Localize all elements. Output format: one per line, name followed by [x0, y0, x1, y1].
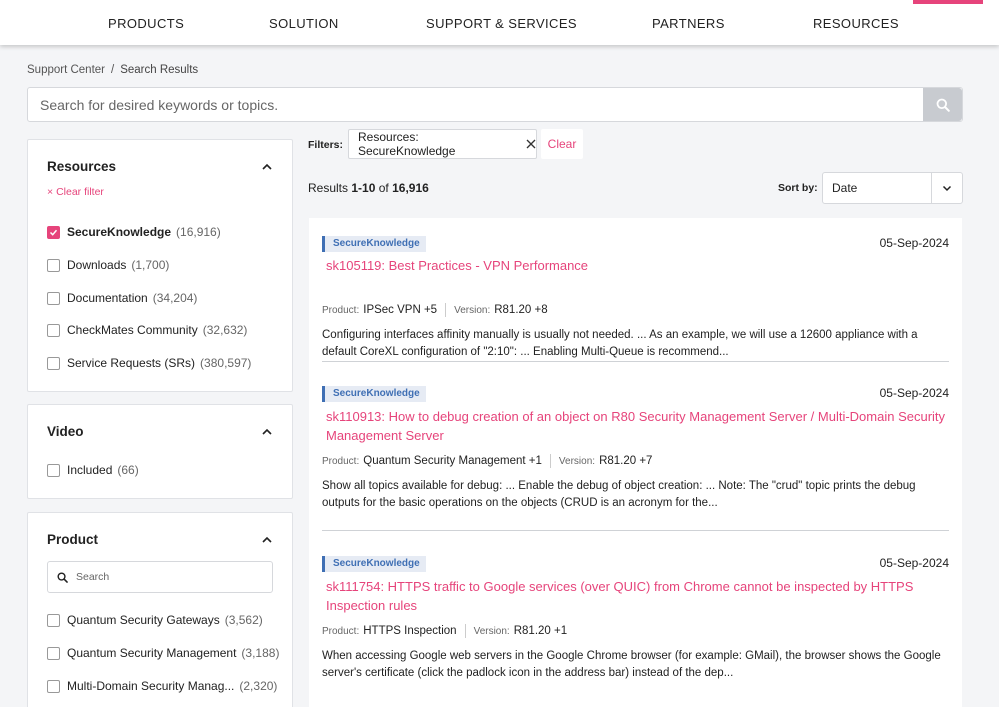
- nav-accent-bar: [913, 0, 983, 4]
- result-type-badge: SecureKnowledge: [322, 556, 426, 572]
- result-meta: Product: HTTPS Inspection Version: R81.2…: [322, 624, 568, 638]
- meta-divider: [464, 624, 466, 638]
- resource-option-checkmates[interactable]: CheckMates Community (32,632): [47, 323, 247, 337]
- video-filter-card: Video Included (66): [27, 404, 293, 499]
- video-title: Video: [47, 424, 84, 439]
- resource-option-service-requests[interactable]: Service Requests (SRs) (380,597): [47, 356, 251, 370]
- result-meta: Product: IPSec VPN +5 Version: R81.20 +8: [322, 303, 548, 317]
- search-bar: [27, 87, 963, 122]
- sort-dropdown-toggle[interactable]: [931, 173, 962, 203]
- product-title: Product: [47, 532, 99, 547]
- search-icon: [936, 98, 950, 112]
- nav-item-resources[interactable]: RESOURCES: [813, 16, 899, 31]
- nav-item-support-services[interactable]: SUPPORT & SERVICES: [426, 16, 577, 31]
- search-icon: [57, 571, 68, 583]
- result-product: Quantum Security Management +1: [363, 455, 542, 467]
- checkbox[interactable]: [47, 679, 60, 693]
- close-icon: [526, 139, 536, 149]
- close-icon: ×: [47, 186, 54, 198]
- remove-filter-button[interactable]: [526, 139, 536, 149]
- filters-label: Filters:: [308, 139, 344, 151]
- resource-option-downloads[interactable]: Downloads (1,700): [47, 258, 169, 272]
- results-count: Results 1-10 of 16,916: [308, 181, 429, 195]
- result-title-link[interactable]: sk105119: Best Practices - VPN Performan…: [326, 256, 946, 275]
- chevron-down-icon: [942, 185, 952, 192]
- result-item: SecureKnowledge 05-Sep-2024 sk105119: Be…: [322, 236, 949, 366]
- checkbox[interactable]: [47, 356, 60, 370]
- resource-option-secureknowledge[interactable]: SecureKnowledge (16,916): [47, 225, 221, 239]
- result-item: SecureKnowledge 05-Sep-2024 sk111754: HT…: [322, 556, 949, 696]
- result-meta: Product: Quantum Security Management +1 …: [322, 454, 653, 468]
- result-product: IPSec VPN +5: [363, 304, 438, 316]
- nav-item-solution[interactable]: SOLUTION: [269, 16, 339, 31]
- product-filter-card: Product Quantum Security Gateways (3,562…: [27, 512, 293, 707]
- result-version: R81.20 +7: [599, 455, 653, 467]
- chevron-up-icon[interactable]: [260, 533, 274, 547]
- sort-by-label: Sort by:: [778, 182, 818, 194]
- result-snippet: Show all topics available for debug: ...…: [322, 480, 916, 509]
- check-icon: [49, 229, 58, 236]
- clear-filter-link[interactable]: × Clear filter: [47, 186, 104, 198]
- product-option-multi-domain[interactable]: Multi-Domain Security Manag... (2,320): [47, 679, 277, 693]
- result-date: 05-Sep-2024: [879, 236, 949, 250]
- results-list: SecureKnowledge 05-Sep-2024 sk105119: Be…: [309, 218, 962, 707]
- checkbox[interactable]: [47, 613, 60, 627]
- active-filter-chip: Resources: SecureKnowledge: [348, 129, 537, 159]
- nav-item-partners[interactable]: PARTNERS: [652, 16, 725, 31]
- meta-divider: [445, 303, 447, 317]
- resource-option-documentation[interactable]: Documentation (34,204): [47, 291, 197, 305]
- result-type-badge: SecureKnowledge: [322, 386, 426, 402]
- search-input[interactable]: [28, 88, 923, 121]
- checkbox[interactable]: [47, 323, 60, 337]
- resources-title: Resources: [47, 159, 117, 174]
- meta-divider: [549, 454, 551, 468]
- result-divider: [322, 361, 949, 362]
- chevron-up-icon[interactable]: [260, 425, 274, 439]
- resources-filter-card: Resources × Clear filter SecureKnowledge…: [27, 139, 293, 392]
- result-divider: [322, 530, 949, 531]
- result-product: HTTPS Inspection: [363, 625, 457, 637]
- top-navigation: PRODUCTS SOLUTION SUPPORT & SERVICES PAR…: [0, 0, 999, 45]
- breadcrumb-support-center[interactable]: Support Center: [27, 64, 105, 76]
- product-option-management[interactable]: Quantum Security Management (3,188): [47, 646, 279, 660]
- sort-selected-value: Date: [832, 181, 858, 195]
- breadcrumb: Support Center / Search Results: [27, 64, 198, 76]
- result-snippet: Configuring interfaces affinity manually…: [322, 329, 918, 358]
- checkbox[interactable]: [47, 463, 60, 477]
- result-type-badge: SecureKnowledge: [322, 236, 426, 252]
- result-title-link[interactable]: sk110913: How to debug creation of an ob…: [326, 407, 946, 445]
- video-option-included[interactable]: Included (66): [47, 463, 139, 477]
- checkbox[interactable]: [47, 646, 60, 660]
- clear-filters-button[interactable]: Clear: [541, 129, 583, 159]
- nav-item-products[interactable]: PRODUCTS: [108, 16, 184, 31]
- result-title-link[interactable]: sk111754: HTTPS traffic to Google servic…: [326, 577, 946, 615]
- result-snippet: When accessing Google web servers in the…: [322, 650, 941, 679]
- result-item: SecureKnowledge 05-Sep-2024 sk110913: Ho…: [322, 386, 949, 531]
- product-search-box: [47, 561, 273, 593]
- product-search-input[interactable]: [76, 571, 256, 583]
- sort-select[interactable]: Date: [822, 172, 963, 204]
- result-version: R81.20 +1: [513, 625, 568, 637]
- checkbox[interactable]: [47, 258, 60, 272]
- checkbox-checked[interactable]: [47, 225, 60, 239]
- result-date: 05-Sep-2024: [879, 556, 949, 570]
- checkbox[interactable]: [47, 291, 60, 305]
- search-button[interactable]: [923, 88, 962, 121]
- result-date: 05-Sep-2024: [879, 386, 949, 400]
- breadcrumb-current: Search Results: [120, 64, 199, 76]
- breadcrumb-separator: /: [111, 64, 115, 76]
- product-option-gateways[interactable]: Quantum Security Gateways (3,562): [47, 613, 263, 627]
- result-version: R81.20 +8: [494, 304, 548, 316]
- chevron-up-icon[interactable]: [260, 160, 274, 174]
- filter-chip-label: Resources: SecureKnowledge: [358, 130, 456, 158]
